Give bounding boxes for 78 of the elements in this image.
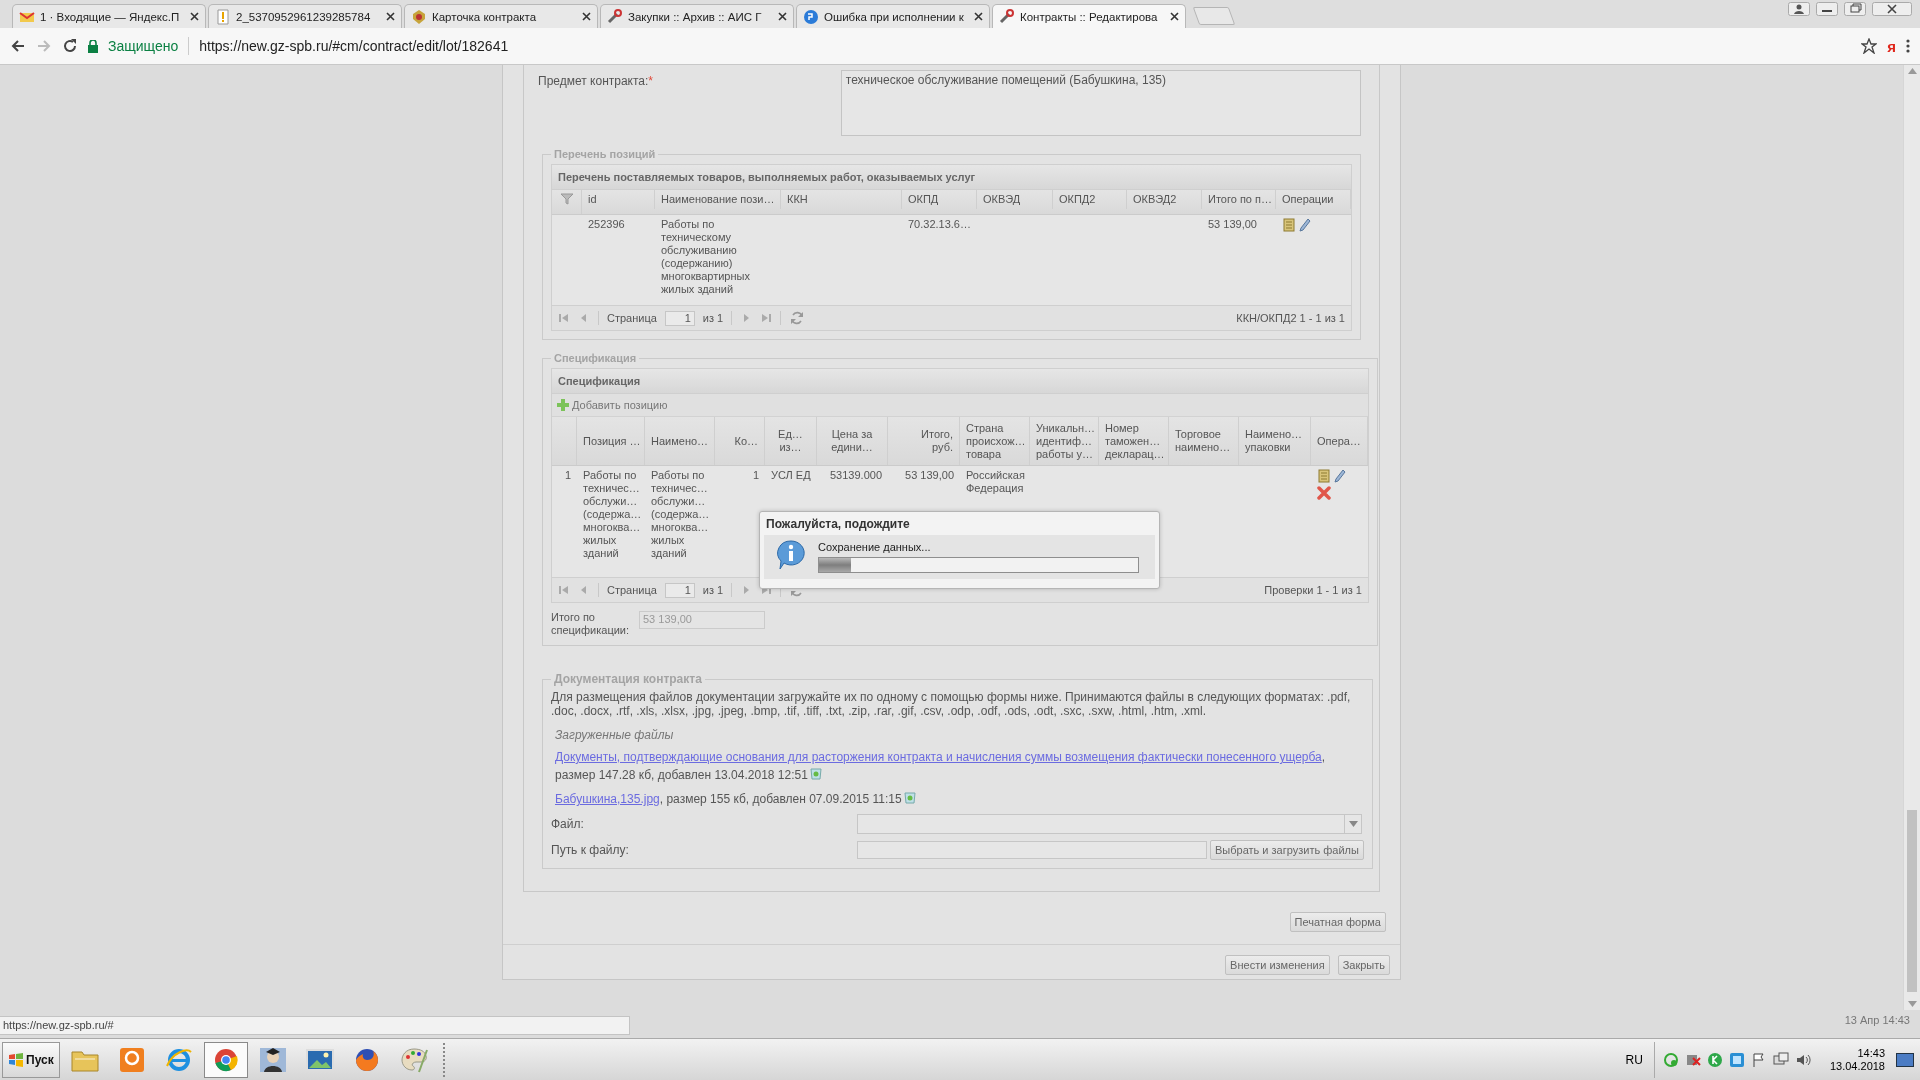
file-entry: Документы, подтверждающие основания для расторжения контракта и начисления суммы возмещения фактически понесенного ущерба, размер 147.28 кб, добавлен 13.04.2018 12:51 [555,749,1327,784]
table-cell: Работы по техничес… обслужи… (содержа… многоква… жилых зданий [651,469,710,560]
table-cell-text: Работы по техническому обслуживанию (содержанию) многоквартирных жилых зданий [661,218,751,296]
row-number: 1 [564,469,571,482]
start-button[interactable]: Пуск [2,1041,60,1078]
browser-tab[interactable]: Ошибка при исполнении к [796,4,990,28]
browser-tab[interactable]: Закупки :: Архив :: АИС Г [600,4,794,28]
file-entry: Бабушкина,135.jpg, размер 155 кб, добавлен 07.09.2015 11:15 [555,790,1360,808]
notification-time: 13 Апр 14:43 [1844,1014,1910,1026]
column-header[interactable]: Торговое наимено… [1169,417,1239,465]
field-label: Предмет контракта:* [538,73,655,90]
print-form-button[interactable]: Печатная форма [1289,912,1386,932]
column-header[interactable]: Операции [1276,190,1351,209]
column-header[interactable]: Итого по п… [1202,190,1276,209]
instructions-text: Для размещения файлов документации загружайте их по одному с помощью формы ниже. Принимаются файлы в следующих форматах: .pdf, .doc, .docx, .rtf, .xls, .xlsx, .jpg, .jpeg, .bmp, .tif, .tiff, .txt, .zip, .rar, .gif, .csv, .odp, .odf, .ods, .odt, .sxc, .sxw, .html, .htm, .xml. [551,690,1352,718]
browser-tab[interactable]: Контракты :: Редактирова [992,4,1186,28]
page-field[interactable]: 1 [664,582,695,598]
language-indicator[interactable]: RU [1625,1052,1643,1067]
total-field: 53 139,00 [639,611,765,629]
column-header[interactable]: ККН [781,190,902,209]
column-header[interactable]: Позиция … [577,417,645,465]
field-label: Путь к файлу: [551,843,630,857]
address-field[interactable]: https://new.gz-spb.ru/#cm/contract/edit/lot/182641 [199,38,1852,54]
column-header[interactable]: ОКВЭД [977,190,1053,209]
browser-tab[interactable]: 2_5370952961239285784 [208,4,402,28]
field-label: Итого по спецификации: [551,611,629,637]
clock-date[interactable]: 13.04.2018 [1829,1059,1885,1073]
pager-summary: Проверки 1 - 1 из 1 [1264,584,1362,596]
file-link[interactable]: Документы, подтверждающие основания для расторжения контракта и начисления суммы возмещения фактически понесенного ущерба [555,750,1322,764]
browser-tab[interactable]: Карточка контракта [404,4,598,28]
browser-tab[interactable]: 1 · Входящие — Яндекс.П [12,4,206,28]
table-cell: 252396 [588,218,625,231]
column-header[interactable]: ОКПД2 [1053,190,1127,209]
page-count: из 1 [702,584,724,596]
column-header[interactable]: Номер таможен… декларац… [1099,417,1169,465]
dialog-message: Сохранение данных... [818,541,932,553]
column-header[interactable]: Уникальн… идентиф… работы у… [1030,417,1099,465]
table-cell: Российская Федерация [966,469,1025,495]
section-legend: Спецификация [551,352,640,364]
table-cell: Работы по техничес… обслужи… (содержа… многоква… жилых зданий [583,469,642,560]
column-header[interactable]: Ко… [715,417,765,465]
column-header[interactable]: Цена за едини… [817,417,888,465]
table-cell: 1 [752,469,759,482]
form-button[interactable]: Внести изменения [1225,955,1330,975]
column-header[interactable]: ОКВЭД2 [1127,190,1202,209]
column-header[interactable]: Опера… [1311,417,1368,465]
clock-time[interactable]: 14:43 [1857,1046,1885,1060]
column-header[interactable]: Наимено… [645,417,715,465]
table-cell: 53139.000 [830,469,882,482]
section-legend: Документация контракта [551,672,705,686]
section-legend: Перечень позиций [551,148,659,160]
uploaded-files-label: Загруженные файлы [555,728,675,742]
extension-button[interactable]: я [1887,37,1896,55]
subject-field[interactable]: техническое обслуживание помещений (Бабушкина, 135) [840,70,1361,136]
column-header[interactable]: Наименование пози… [655,190,781,209]
table-cell: 53 139,00 [1208,218,1257,231]
page-label: Страница [607,584,657,596]
add-position-button[interactable]: Добавить позицию [556,398,668,412]
table-cell: 70.32.13.6… [908,218,971,231]
file-link[interactable]: Бабушкина,135.jpg [555,792,660,806]
table-cell: УСЛ ЕД [771,469,811,482]
field-label: Файл: [551,817,585,831]
column-header[interactable]: id [582,190,655,209]
column-header[interactable]: ОКПД [902,190,977,209]
column-header[interactable]: Страна происхож… товара [960,417,1030,465]
pager-summary: ККН/ОКПД2 1 - 1 из 1 [1236,312,1345,324]
page-field[interactable]: 1 [664,310,695,326]
table-cell: 53 139,00 [905,469,954,482]
column-header[interactable]: Наимено… упаковки [1239,417,1311,465]
page-count: из 1 [702,312,724,324]
upload-button[interactable]: Выбрать и загрузить файлы [1210,840,1364,860]
column-header[interactable]: Ед… из… [765,417,817,465]
form-button[interactable]: Закрыть [1337,955,1390,975]
column-header[interactable]: Итого, руб. [888,417,960,465]
page-label: Страница [607,312,657,324]
dialog-title: Пожалуйста, подождите [765,516,911,533]
secure-label: Защищено [108,38,179,54]
status-url: https://new.gz-spb.ru/# [0,1016,630,1035]
